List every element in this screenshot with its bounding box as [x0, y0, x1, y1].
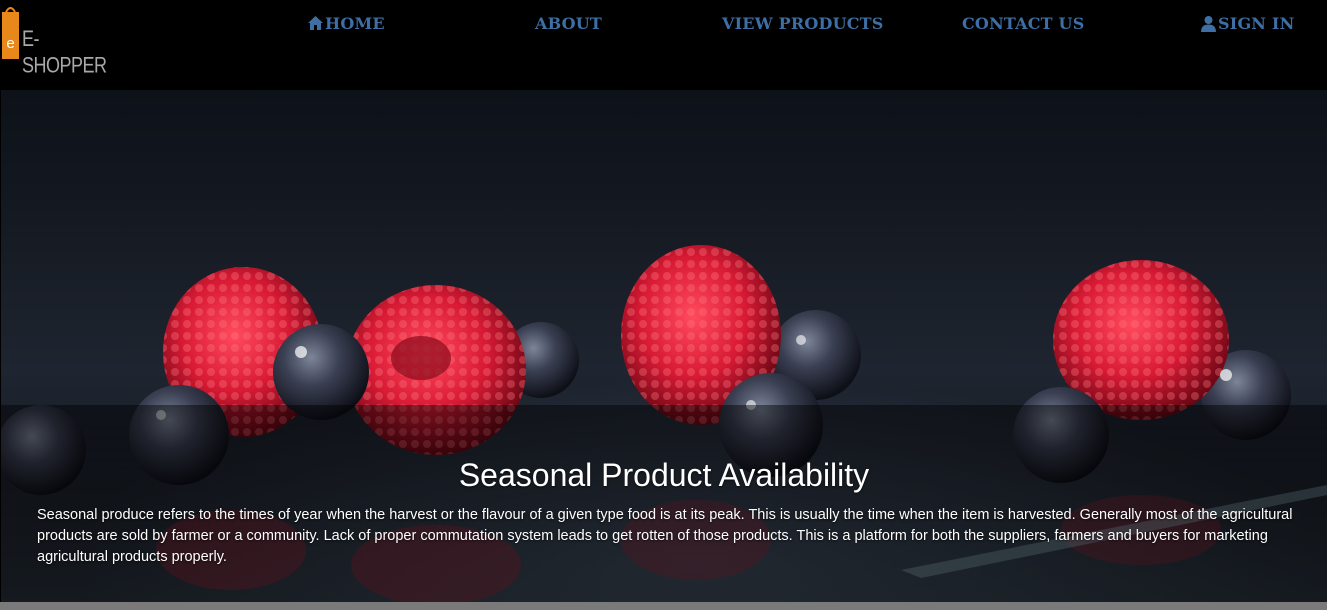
nav-sign-in-link[interactable]: Sign In — [1200, 12, 1294, 34]
nav-about-link[interactable]: About — [535, 12, 602, 34]
hero-description: Seasonal produce refers to the times of … — [37, 507, 1293, 565]
brand-logo[interactable]: e E-SHOPPER — [0, 0, 107, 77]
nav-view-products-link[interactable]: View Products — [722, 12, 884, 34]
nav-home-label: Home — [325, 13, 385, 33]
home-icon — [308, 16, 323, 30]
hero-carousel-slide: Seasonal Product Availability Seasonal p… — [1, 90, 1327, 602]
brand-name: E-SHOPPER — [22, 26, 107, 78]
nav-sign-in-label: Sign In — [1218, 13, 1295, 33]
nav-home-link[interactable]: Home — [307, 12, 385, 34]
navbar: e E-SHOPPER Home About View Products Con… — [0, 0, 1327, 90]
nav-view-products-label: View Products — [722, 13, 884, 33]
nav-about-label: About — [535, 13, 603, 33]
page-divider — [0, 602, 1327, 610]
shopping-bag-icon: e — [2, 7, 19, 59]
caption-overlay — [1, 405, 1327, 602]
user-icon — [1201, 15, 1216, 32]
logo-letter: e — [6, 35, 14, 52]
hero-title: Seasonal Product Availability — [458, 457, 870, 493]
nav-contact-label: Contact Us — [962, 13, 1085, 33]
nav-contact-link[interactable]: Contact Us — [962, 12, 1084, 34]
